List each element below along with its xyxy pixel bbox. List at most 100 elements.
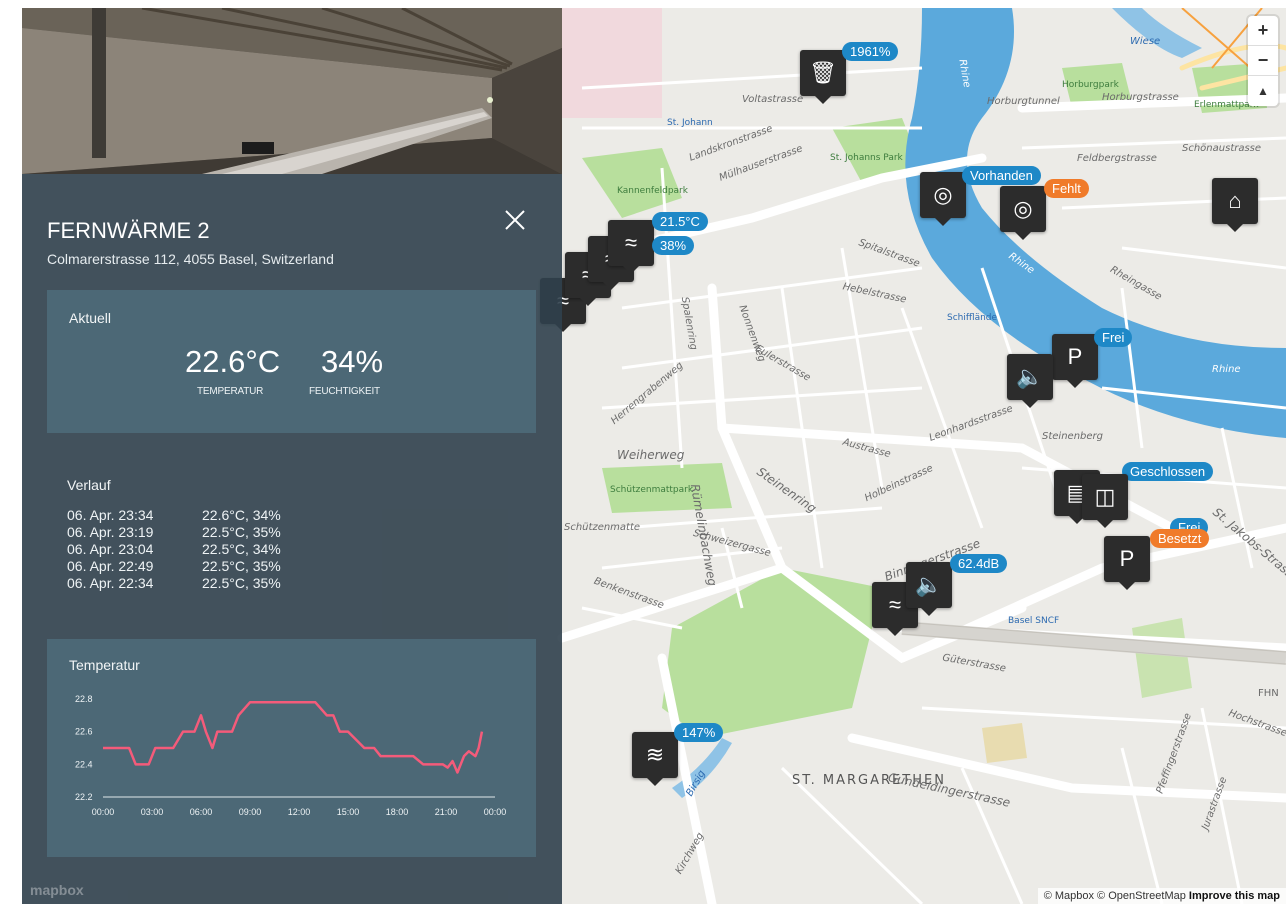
history-time: 06. Apr. 22:49 xyxy=(67,558,154,574)
marker-tag: Vorhanden xyxy=(962,166,1041,185)
place-label: Schützenmattpark xyxy=(610,485,694,495)
current-temperature: 22.6°C xyxy=(185,344,281,379)
history-row: 06. Apr. 23:19 22.5°C, 35% xyxy=(67,524,281,540)
x-tick-label: 12:00 xyxy=(288,807,311,817)
x-tick-label: 21:00 xyxy=(435,807,458,817)
heating-marker[interactable]: ≈ xyxy=(608,220,654,274)
x-tick-label: 06:00 xyxy=(190,807,213,817)
street-label: Horburgtunnel xyxy=(987,96,1060,107)
humidity-label: FEUCHTIGKEIT xyxy=(309,386,380,397)
history-time: 06. Apr. 23:19 xyxy=(67,524,154,540)
history-row: 06. Apr. 22:34 22.5°C, 35% xyxy=(67,575,281,591)
marker-tag: Frei xyxy=(1094,328,1133,347)
temperature-chart: 22.2 22.4 22.6 22.8 00:00 03:00 06:00 09:00 12:0… xyxy=(75,694,507,817)
trash-icon: 🗑 xyxy=(809,60,837,85)
map-controls: + − ▲ xyxy=(1248,16,1278,106)
current-card: Aktuell 22.6°C TEMPERATUR 34% FEUCHTIGKE… xyxy=(47,290,536,433)
sensor-detail-panel: FERNWÄRME 2 Colmarerstrasse 112, 4055 Ba… xyxy=(22,8,562,904)
place-label: Horburgpark xyxy=(1062,80,1119,90)
temperature-chart-card: Temperatur 22.2 22.4 22.6 22.8 00:00 03:00 06:… xyxy=(47,639,536,857)
parking-icon: P xyxy=(1067,344,1083,369)
history-time: 06. Apr. 22:34 xyxy=(67,575,154,591)
parking-marker[interactable]: P xyxy=(1052,334,1098,388)
map-attribution: © Mapbox © OpenStreetMap Improve this ma… xyxy=(1037,888,1286,904)
x-tick-label: 09:00 xyxy=(239,807,262,817)
x-tick-label: 00:00 xyxy=(92,807,115,817)
speaker-marker[interactable]: 🔈 xyxy=(1007,354,1053,408)
marker-tag: Besetzt xyxy=(1150,529,1210,548)
place-label: Schifflände xyxy=(947,313,998,323)
history-value: 22.5°C, 35% xyxy=(202,575,281,591)
y-tick-label: 22.8 xyxy=(75,694,93,704)
mapbox-logo: mapbox xyxy=(30,882,84,898)
street-label: Feldbergstrasse xyxy=(1077,153,1157,164)
marker-tag: 1961% xyxy=(842,42,899,61)
home-marker[interactable]: ⌂ xyxy=(1212,178,1258,232)
x-tick-label: 18:00 xyxy=(386,807,409,817)
zoom-in-button[interactable]: + xyxy=(1248,16,1278,46)
history-time: 06. Apr. 23:04 xyxy=(67,541,154,557)
lifebuoy-marker[interactable]: ◎ xyxy=(920,172,966,226)
history-title: Verlauf xyxy=(67,477,111,493)
street-label: Horburgstrasse xyxy=(1102,92,1179,103)
tunnel-photo-illustration xyxy=(22,8,562,174)
current-humidity: 34% xyxy=(321,344,384,379)
place-label: Kannenfeldpark xyxy=(617,186,688,196)
parking-marker[interactable]: P xyxy=(1104,536,1150,590)
place-label: St. Johann xyxy=(667,118,713,128)
street-label: Schönaustrasse xyxy=(1182,143,1262,154)
river-label: Rhine xyxy=(1212,364,1241,375)
marker-tag: 38% xyxy=(652,236,695,255)
close-icon xyxy=(505,210,525,230)
improve-map-link[interactable]: Improve this map xyxy=(1189,890,1280,902)
attribution-text: © Mapbox © OpenStreetMap xyxy=(1043,890,1186,902)
place-label: FHN xyxy=(1258,688,1279,699)
heating-icon: ≈ xyxy=(624,230,638,255)
place-label: Basel SNCF xyxy=(1008,616,1060,626)
trash-marker[interactable]: 🗑 xyxy=(800,50,846,104)
marker-tag: Geschlossen xyxy=(1122,462,1214,481)
x-tick-label: 03:00 xyxy=(141,807,164,817)
lifebuoy-icon: ◎ xyxy=(1013,196,1033,221)
sensor-address: Colmarerstrasse 112, 4055 Basel, Switzer… xyxy=(47,251,334,267)
street-label: Weiherweg xyxy=(617,448,685,462)
lifebuoy-marker[interactable]: ◎ xyxy=(1000,186,1046,240)
marker-tag: 62.4dB xyxy=(950,554,1008,573)
parking-icon: P xyxy=(1119,546,1135,571)
history-value: 22.5°C, 35% xyxy=(202,524,281,540)
door-marker[interactable]: ◫ xyxy=(1082,474,1128,528)
close-button[interactable] xyxy=(500,208,530,238)
history-row: 06. Apr. 23:04 22.5°C, 34% xyxy=(67,541,281,557)
marker-tag: Fehlt xyxy=(1044,179,1089,198)
marker-tag: 147% xyxy=(674,723,724,742)
history-value: 22.5°C, 34% xyxy=(202,541,281,557)
y-tick-label: 22.2 xyxy=(75,792,93,802)
place-label: Schützenmatte xyxy=(564,522,641,533)
speaker-icon: 🔈 xyxy=(915,572,943,597)
x-tick-label: 15:00 xyxy=(337,807,360,817)
door-icon: ◫ xyxy=(1094,484,1116,509)
history-time: 06. Apr. 23:34 xyxy=(67,507,154,523)
street-label: Steinenberg xyxy=(1042,431,1103,442)
home-icon: ⌂ xyxy=(1228,188,1242,213)
history-value: 22.6°C, 34% xyxy=(202,507,281,523)
lifebuoy-icon: ◎ xyxy=(933,182,953,207)
heating-icon: ≈ xyxy=(888,592,902,617)
marker-tag: 21.5°C xyxy=(652,212,708,231)
river-label: Wiese xyxy=(1130,36,1161,47)
history-row: 06. Apr. 23:34 22.6°C, 34% xyxy=(67,507,281,523)
x-tick-label: 00:00 xyxy=(484,807,507,817)
sensor-title: FERNWÄRME 2 xyxy=(47,218,210,243)
water-level-icon: ≋ xyxy=(645,742,665,767)
temperature-label: TEMPERATUR xyxy=(197,386,264,397)
speaker-marker[interactable]: 🔈 xyxy=(906,562,952,616)
history-value: 22.5°C, 35% xyxy=(202,558,281,574)
street-label: Voltastrasse xyxy=(742,94,804,105)
temperature-line xyxy=(103,701,484,774)
y-tick-label: 22.4 xyxy=(75,759,93,769)
water-level-marker[interactable]: ≋ xyxy=(632,732,678,786)
place-label: St. Johanns Park xyxy=(830,153,903,163)
compass-button[interactable]: ▲ xyxy=(1248,76,1278,106)
current-title: Aktuell xyxy=(69,310,112,326)
zoom-out-button[interactable]: − xyxy=(1248,46,1278,76)
